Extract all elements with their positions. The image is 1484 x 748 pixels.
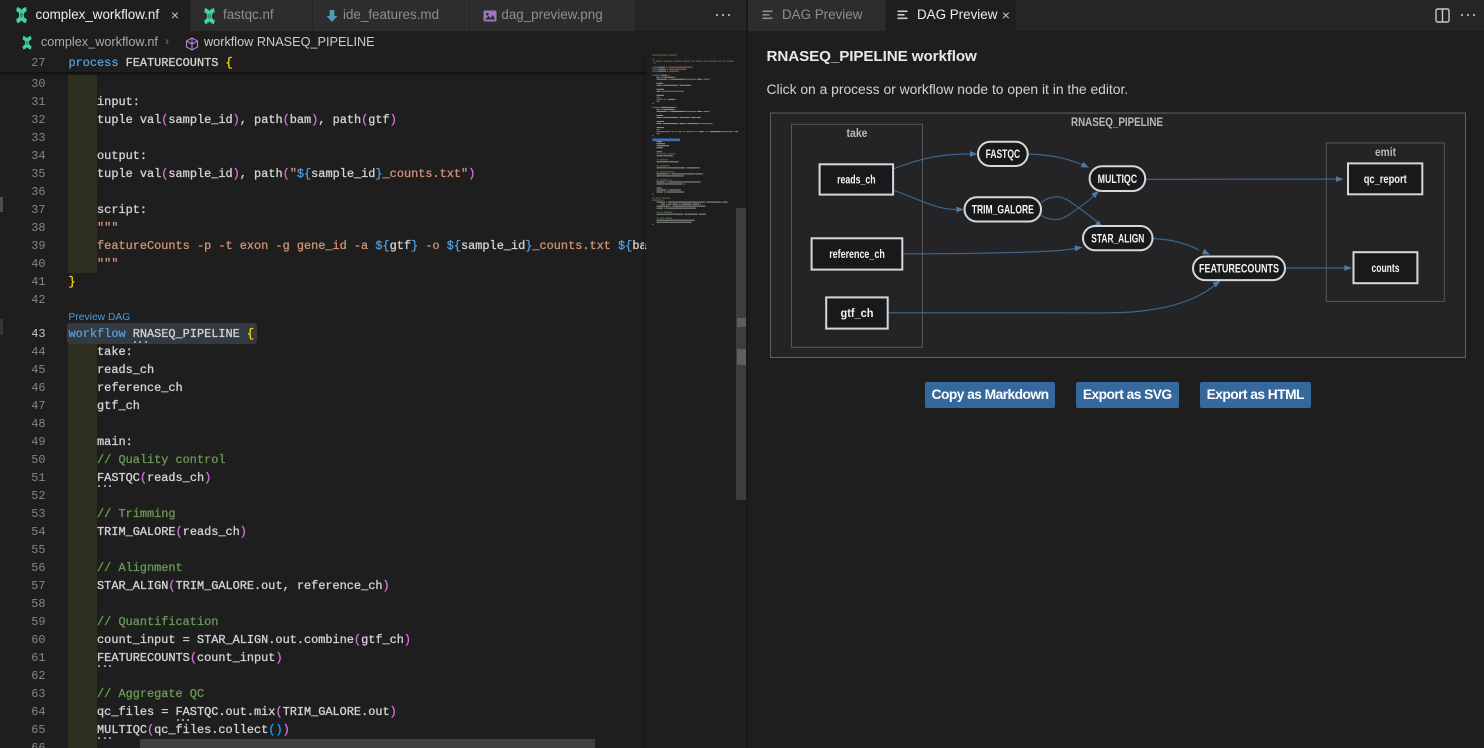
svg-text:STAR_ALIGN: STAR_ALIGN: [1091, 232, 1144, 245]
svg-text:RNASEQ_PIPELINE: RNASEQ_PIPELINE: [1071, 115, 1163, 129]
svg-text:FEATURECOUNTS: FEATURECOUNTS: [1199, 263, 1279, 276]
svg-text:MULTIQC: MULTIQC: [1098, 173, 1138, 186]
svg-text:reference_ch: reference_ch: [829, 248, 885, 261]
svg-text:qc_report: qc_report: [1364, 173, 1407, 186]
svg-text:gtf_ch: gtf_ch: [841, 307, 874, 320]
svg-text:TRIM_GALORE: TRIM_GALORE: [972, 204, 1034, 217]
svg-text:counts: counts: [1372, 262, 1400, 275]
svg-text:take: take: [847, 126, 868, 140]
svg-text:reads_ch: reads_ch: [837, 174, 876, 187]
svg-text:emit: emit: [1375, 145, 1396, 159]
svg-text:FASTQC: FASTQC: [986, 148, 1021, 161]
